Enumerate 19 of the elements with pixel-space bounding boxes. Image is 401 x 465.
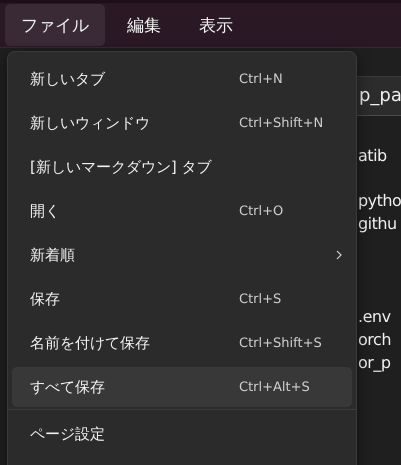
editor-line: or_p [358, 352, 392, 374]
menu-bar-item[interactable]: ファイル [5, 4, 105, 46]
menu-item[interactable]: 新しいタブ Ctrl+N [12, 57, 352, 101]
menu-item[interactable]: すべて保存 Ctrl+Alt+S [12, 367, 352, 407]
editor-line: githu [358, 213, 398, 235]
menu-bar-item[interactable]: 表示 [183, 4, 249, 46]
menu-item[interactable]: [新しいマークダウン] タブ [12, 145, 352, 189]
menu-item[interactable]: 新着順 [12, 233, 352, 277]
menu-item[interactable]: ページ設定 [12, 412, 352, 456]
editor-line: atib [358, 145, 388, 167]
editor-line: .env [358, 306, 392, 328]
menu-item[interactable]: 保存 Ctrl+S [12, 277, 352, 321]
menu-item[interactable]: 開く Ctrl+O [12, 189, 352, 233]
menu-item[interactable]: 新しいウィンドウ Ctrl+Shift+N [12, 101, 352, 145]
menu-item[interactable]: 名前を付けて保存 Ctrl+Shift+S [12, 321, 352, 365]
menu-bar-item[interactable]: 編集 [111, 4, 177, 46]
input-field[interactable]: p_pa [355, 76, 401, 116]
editor-line: pytho [358, 190, 401, 212]
editor-line: orch [358, 329, 392, 351]
